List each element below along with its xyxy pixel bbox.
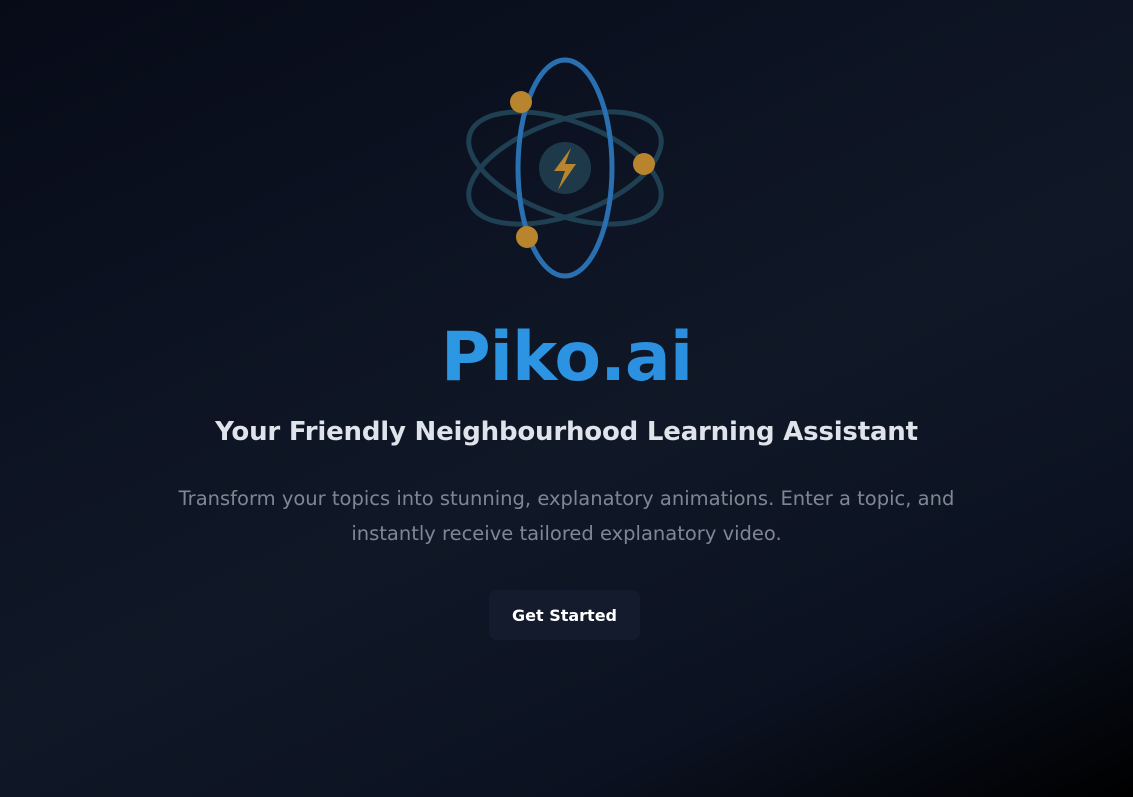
- electron: [510, 91, 532, 113]
- hero-section: Piko.ai Your Friendly Neighbourhood Lear…: [0, 0, 1133, 797]
- atom-lightning-icon: [466, 57, 664, 279]
- tagline: Your Friendly Neighbourhood Learning Ass…: [215, 417, 918, 447]
- get-started-button[interactable]: Get Started: [489, 590, 640, 640]
- electron: [633, 153, 655, 175]
- hero-description: Transform your topics into stunning, exp…: [178, 487, 955, 545]
- brand-title: Piko.ai: [0, 316, 1133, 400]
- electron: [516, 226, 538, 248]
